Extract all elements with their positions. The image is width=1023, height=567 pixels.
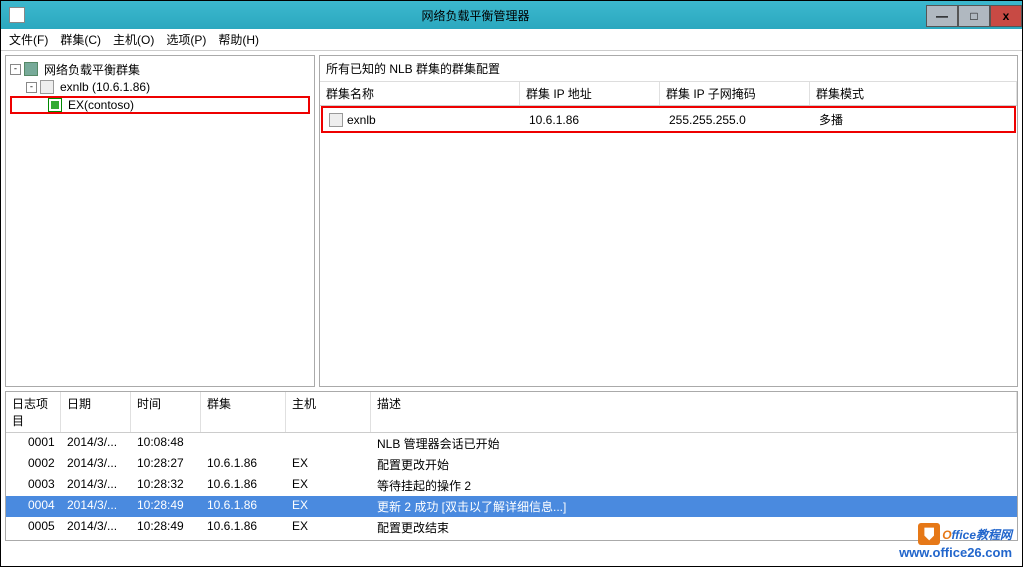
col-cluster-mode[interactable]: 群集模式 (810, 82, 1017, 105)
detail-header: 所有已知的 NLB 群集的群集配置 (320, 56, 1017, 82)
log-row[interactable]: 00052014/3/...10:28:4910.6.1.86EX配置更改结束 (6, 517, 1017, 538)
cluster-node-icon (40, 80, 54, 94)
app-icon (9, 7, 25, 23)
log-cell-host (286, 433, 371, 454)
log-cell-item: 0002 (6, 454, 61, 475)
col-cluster-ip[interactable]: 群集 IP 地址 (520, 82, 660, 105)
col-cluster-mask[interactable]: 群集 IP 子网掩码 (660, 82, 810, 105)
log-cell-cluster: 10.6.1.86 (201, 475, 286, 496)
log-cell-cluster (201, 433, 286, 454)
log-header: 日志项目 日期 时间 群集 主机 描述 (6, 392, 1017, 433)
col-log-item[interactable]: 日志项目 (6, 392, 61, 432)
log-cell-item: 0003 (6, 475, 61, 496)
tree-root-label: 网络负载平衡群集 (42, 60, 142, 79)
log-cell-item: 0004 (6, 496, 61, 517)
tree-cluster-label: exnlb (10.6.1.86) (58, 79, 152, 95)
log-cell-desc: 配置更改开始 (371, 454, 1017, 475)
log-cell-time: 10:28:32 (131, 475, 201, 496)
cluster-table-header: 群集名称 群集 IP 地址 群集 IP 子网掩码 群集模式 (320, 82, 1017, 106)
log-cell-date: 2014/3/... (61, 496, 131, 517)
log-cell-date: 2014/3/... (61, 454, 131, 475)
col-log-host[interactable]: 主机 (286, 392, 371, 432)
tree-cluster[interactable]: - exnlb (10.6.1.86) (10, 78, 310, 96)
log-cell-host: EX (286, 454, 371, 475)
log-row[interactable]: 00042014/3/...10:28:4910.6.1.86EX更新 2 成功… (6, 496, 1017, 517)
window-controls: — □ x (926, 3, 1022, 27)
log-body: 00012014/3/...10:08:48NLB 管理器会话已开始000220… (6, 433, 1017, 538)
detail-panel: 所有已知的 NLB 群集的群集配置 群集名称 群集 IP 地址 群集 IP 子网… (319, 55, 1018, 387)
tree-toggle-icon[interactable]: - (26, 82, 37, 93)
cluster-root-icon (24, 62, 38, 76)
log-cell-cluster: 10.6.1.86 (201, 496, 286, 517)
log-row[interactable]: 00032014/3/...10:28:3210.6.1.86EX等待挂起的操作… (6, 475, 1017, 496)
tree-host[interactable]: EX(contoso) (10, 96, 310, 114)
watermark-url: www.office26.com (899, 545, 1012, 560)
log-cell-desc: 配置更改结束 (371, 517, 1017, 538)
close-button[interactable]: x (990, 5, 1022, 27)
col-log-date[interactable]: 日期 (61, 392, 131, 432)
cell-cluster-mode: 多播 (813, 110, 1014, 129)
log-cell-time: 10:08:48 (131, 433, 201, 454)
log-row[interactable]: 00012014/3/...10:08:48 NLB 管理器会话已开始 (6, 433, 1017, 454)
window-title: 网络负载平衡管理器 (25, 7, 926, 24)
log-cell-date: 2014/3/... (61, 475, 131, 496)
host-icon (48, 98, 62, 112)
cell-cluster-name: exnlb (323, 110, 523, 129)
minimize-button[interactable]: — (926, 5, 958, 27)
tree-host-label: EX(contoso) (66, 97, 136, 113)
log-cell-desc: 等待挂起的操作 2 (371, 475, 1017, 496)
menu-help[interactable]: 帮助(H) (218, 31, 259, 48)
log-cell-desc: 更新 2 成功 [双击以了解详细信息...] (371, 496, 1017, 517)
maximize-button[interactable]: □ (958, 5, 990, 27)
log-cell-host: EX (286, 517, 371, 538)
log-cell-cluster: 10.6.1.86 (201, 454, 286, 475)
cluster-table: 群集名称 群集 IP 地址 群集 IP 子网掩码 群集模式 exnlb 10.6… (320, 82, 1017, 386)
content-area: - 网络负载平衡群集 - exnlb (10.6.1.86) EX(contos… (1, 51, 1022, 391)
cluster-row-icon (329, 113, 343, 127)
col-log-time[interactable]: 时间 (131, 392, 201, 432)
log-cell-item: 0005 (6, 517, 61, 538)
menu-cluster[interactable]: 群集(C) (60, 31, 101, 48)
col-cluster-name[interactable]: 群集名称 (320, 82, 520, 105)
cell-cluster-mask: 255.255.255.0 (663, 110, 813, 129)
log-cell-date: 2014/3/... (61, 433, 131, 454)
log-panel: 日志项目 日期 时间 群集 主机 描述 00012014/3/...10:08:… (5, 391, 1018, 541)
log-cell-host: EX (286, 496, 371, 517)
col-log-cluster[interactable]: 群集 (201, 392, 286, 432)
tree-panel: - 网络负载平衡群集 - exnlb (10.6.1.86) EX(contos… (5, 55, 315, 387)
cluster-name-value: exnlb (347, 113, 376, 127)
log-row[interactable]: 00022014/3/...10:28:2710.6.1.86EX配置更改开始 (6, 454, 1017, 475)
menu-host[interactable]: 主机(O) (113, 31, 154, 48)
log-cell-time: 10:28:49 (131, 496, 201, 517)
menu-options[interactable]: 选项(P) (166, 31, 206, 48)
log-cell-desc: NLB 管理器会话已开始 (371, 433, 1017, 454)
titlebar: 网络负载平衡管理器 — □ x (1, 1, 1022, 29)
col-log-desc[interactable]: 描述 (371, 392, 1017, 432)
log-cell-date: 2014/3/... (61, 517, 131, 538)
log-cell-host: EX (286, 475, 371, 496)
tree-root[interactable]: - 网络负载平衡群集 (10, 60, 310, 78)
menu-file[interactable]: 文件(F) (9, 31, 48, 48)
menubar: 文件(F) 群集(C) 主机(O) 选项(P) 帮助(H) (1, 29, 1022, 51)
log-cell-time: 10:28:27 (131, 454, 201, 475)
log-cell-time: 10:28:49 (131, 517, 201, 538)
cell-cluster-ip: 10.6.1.86 (523, 110, 663, 129)
tree-toggle-icon[interactable]: - (10, 64, 21, 75)
cluster-row[interactable]: exnlb 10.6.1.86 255.255.255.0 多播 (321, 106, 1016, 133)
log-cell-cluster: 10.6.1.86 (201, 517, 286, 538)
log-cell-item: 0001 (6, 433, 61, 454)
